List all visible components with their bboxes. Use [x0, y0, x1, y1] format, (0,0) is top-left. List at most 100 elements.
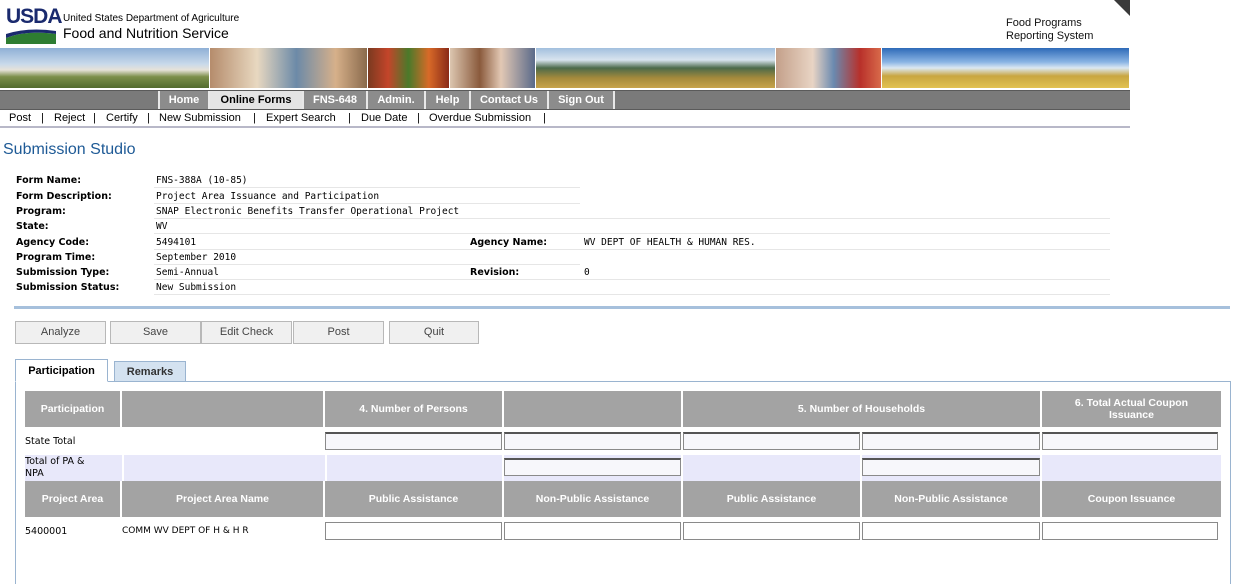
subnav-separator: | — [348, 112, 351, 124]
submission-type-label: Submission Type: — [16, 267, 110, 278]
info-row-agency: Agency Code: 5494101 Agency Name: WV DEP… — [14, 235, 1110, 250]
submission-status-value: New Submission — [156, 282, 237, 293]
banner-photo-vegetables — [368, 48, 450, 88]
subnav-separator: | — [543, 112, 546, 124]
row-persons-pa-input[interactable] — [325, 522, 502, 540]
state-total-persons-npa-input[interactable] — [504, 432, 681, 450]
banner-photo-mother-child — [450, 48, 536, 88]
subnav-due-date[interactable]: Due Date — [361, 112, 407, 124]
subnav-overdue-submission[interactable]: Overdue Submission — [429, 112, 531, 124]
nav-help[interactable]: Help — [424, 91, 469, 109]
agency-name-label: Agency Name: — [470, 237, 547, 248]
save-button[interactable]: Save — [110, 321, 201, 344]
state-label: State: — [16, 221, 49, 232]
row-households-pa-input[interactable] — [683, 522, 860, 540]
revision-value: 0 — [584, 267, 590, 278]
subnav-separator: | — [147, 112, 150, 124]
program-value: SNAP Electronic Benefits Transfer Operat… — [156, 206, 460, 217]
state-total-households-pa-input[interactable] — [683, 432, 860, 450]
col-header-blank — [504, 391, 683, 427]
main-nav: Home Online Forms FNS-648 Admin. Help Co… — [0, 90, 1130, 110]
form-name-label: Form Name: — [16, 175, 82, 186]
quit-button[interactable]: Quit — [389, 321, 479, 344]
sub-nav: Post | Reject | Certify | New Submission… — [0, 110, 1130, 128]
total-pa-npa-label: Total of PA & NPA — [25, 456, 85, 479]
total-persons-input[interactable] — [504, 458, 681, 476]
info-row-program-time: Program Time: September 2010 — [14, 250, 1110, 265]
usda-logo-text: USDA — [6, 5, 63, 28]
system-name-line2: Reporting System — [1006, 30, 1094, 42]
row-divider — [154, 233, 1110, 234]
subnav-separator: | — [93, 112, 96, 124]
col-header-households-pa: Public Assistance — [683, 481, 862, 517]
col-header-persons-npa: Non-Public Assistance — [504, 481, 683, 517]
program-time-value: September 2010 — [156, 252, 237, 263]
info-row-state: State: WV — [14, 219, 1110, 234]
nav-online-forms[interactable]: Online Forms — [208, 91, 302, 109]
state-value: WV — [156, 221, 168, 232]
state-total-households-npa-input[interactable] — [862, 432, 1040, 450]
page: USDA United States Department of Agricul… — [0, 0, 1237, 584]
usda-logo[interactable]: USDA — [6, 6, 63, 44]
banner-photo-family — [210, 48, 368, 88]
col-header-project-area-name: Project Area Name — [122, 481, 325, 517]
participation-grid: Participation 4. Number of Persons 5. Nu… — [25, 391, 1221, 541]
banner — [0, 48, 1130, 88]
department-name: United States Department of Agriculture — [63, 13, 240, 24]
column-divider — [325, 455, 327, 481]
analyze-button[interactable]: Analyze — [15, 321, 106, 344]
total-pa-npa-row: Total of PA & NPA — [25, 455, 1221, 481]
state-total-persons-pa-input[interactable] — [325, 432, 502, 450]
banner-photo-shopping — [776, 48, 882, 88]
nav-home[interactable]: Home — [158, 91, 208, 109]
header: USDA United States Department of Agricul… — [0, 0, 1130, 48]
nav-fns-648[interactable]: FNS-648 — [302, 91, 366, 109]
subnav-separator: | — [41, 112, 44, 124]
column-divider — [681, 455, 683, 481]
agency-code-value: 5494101 — [156, 237, 197, 248]
col-header-households-npa: Non-Public Assistance — [862, 481, 1042, 517]
banner-photo-wheat-field — [882, 48, 1130, 88]
col-header-coupon-issuance: Coupon Issuance — [1042, 481, 1221, 517]
row-persons-npa-input[interactable] — [504, 522, 681, 540]
program-label: Program: — [16, 206, 66, 217]
nav-sign-out[interactable]: Sign Out — [547, 91, 615, 109]
info-row-submission-type: Submission Type: Semi-Annual Revision: 0 — [14, 265, 1110, 280]
row-coupon-input[interactable] — [1042, 522, 1218, 540]
usda-swoosh-icon — [6, 28, 56, 44]
form-description-value: Project Area Issuance and Participation — [156, 191, 380, 202]
agency-name-value: WV DEPT OF HEALTH & HUMAN RES. — [584, 237, 756, 248]
subnav-separator: | — [417, 112, 420, 124]
col-header-blank — [122, 391, 325, 427]
nav-admin[interactable]: Admin. — [366, 91, 424, 109]
state-total-coupon-input[interactable] — [1042, 432, 1218, 450]
tab-participation[interactable]: Participation — [15, 359, 108, 382]
col-header-persons: 4. Number of Persons — [325, 391, 504, 427]
revision-label: Revision: — [470, 267, 520, 278]
col-header-coupon: 6. Total Actual Coupon Issuance — [1042, 391, 1221, 427]
banner-photo-farm — [0, 48, 210, 88]
row-households-npa-input[interactable] — [862, 522, 1040, 540]
form-description-label: Form Description: — [16, 191, 112, 202]
page-title: Submission Studio — [3, 141, 136, 158]
subnav-reject[interactable]: Reject — [54, 112, 85, 124]
program-time-label: Program Time: — [16, 252, 96, 263]
info-row-program: Program: SNAP Electronic Benefits Transf… — [14, 204, 1110, 219]
subnav-new-submission[interactable]: New Submission — [159, 112, 241, 124]
edit-check-button[interactable]: Edit Check — [201, 321, 292, 344]
project-area-name: COMM WV DEPT OF H & H R — [122, 526, 249, 536]
total-households-input[interactable] — [862, 458, 1040, 476]
subnav-expert-search[interactable]: Expert Search — [266, 112, 336, 124]
system-name: Food Programs Reporting System — [1006, 17, 1106, 43]
form-name-value: FNS-388A (10-85) — [156, 175, 248, 186]
project-area-code: 5400001 — [25, 526, 68, 537]
nav-contact-us[interactable]: Contact Us — [469, 91, 547, 109]
subnav-certify[interactable]: Certify — [106, 112, 138, 124]
corner-triangle-icon — [1114, 0, 1130, 16]
col-header-households: 5. Number of Households — [683, 391, 1042, 427]
subnav-post[interactable]: Post — [9, 112, 31, 124]
post-button[interactable]: Post — [293, 321, 384, 344]
tab-remarks[interactable]: Remarks — [114, 361, 186, 382]
info-row-form-description: Form Description: Project Area Issuance … — [14, 189, 1110, 204]
row-divider — [154, 187, 580, 188]
